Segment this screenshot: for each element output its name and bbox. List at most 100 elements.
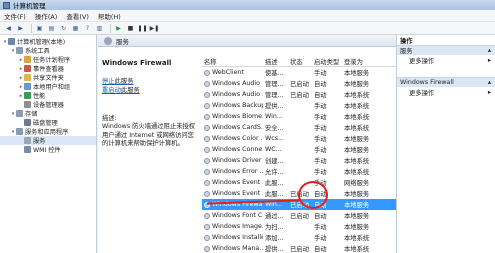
service-row[interactable]: Windows Driver ...创建... 手动 本地系统	[202, 155, 396, 166]
description-label: 描述:	[102, 115, 117, 122]
more-actions-firewall[interactable]: 更多操作 ▸	[397, 87, 495, 97]
service-row[interactable]: Windows Image... 为扫... 手动 本地服务	[202, 221, 396, 232]
service-gear-icon	[204, 157, 210, 164]
tree-item[interactable]: ▾ 系统工具	[0, 46, 96, 55]
service-row[interactable]: Windows Mana... 提供... 已启动 自动 本地系统	[202, 243, 396, 253]
services-list: 名称 描述 状态 启动类型 登录为 WebClient 使基... 手动 本地服务 Wi…	[202, 57, 396, 253]
restart-link-text[interactable]: 重启动	[102, 87, 121, 94]
restart-service-link[interactable]: 重启动此服务	[102, 86, 198, 95]
column-header-description[interactable]: 描述	[263, 57, 288, 66]
service-name: Windows Driver ...	[212, 157, 263, 164]
service-startup-cell: 手动	[314, 103, 327, 110]
tree-item[interactable]: ▾ 服务和应用程序	[0, 127, 96, 136]
toolbar-divider	[31, 23, 32, 33]
service-startup-cell: 手动	[314, 70, 327, 77]
service-name: Windows Conne...	[212, 146, 263, 153]
back-icon[interactable]: ◀	[4, 24, 13, 33]
more-actions-services[interactable]: 更多操作 ▸	[397, 55, 495, 65]
service-name: Windows CardS...	[212, 124, 263, 131]
service-row[interactable]: Windows CardS... 安全... 手动 本地系统	[202, 122, 396, 133]
service-status-cell: 已启动	[290, 213, 309, 220]
menu-help[interactable]: 帮助(H)	[98, 11, 121, 21]
properties-icon[interactable]: ▥	[95, 24, 104, 33]
tree-item[interactable]: 设备管理器	[0, 100, 96, 109]
service-name-cell: Windows Color ...	[202, 135, 263, 142]
tree-item[interactable]: WMI 控件	[0, 145, 96, 154]
service-logon-cell: 本地系统	[344, 246, 370, 253]
tree-item-label: 服务	[33, 138, 46, 145]
toolbar-divider	[110, 23, 111, 33]
tree-item[interactable]: 服务	[0, 136, 96, 145]
service-startup-cell: 自动	[314, 213, 327, 220]
service-logon-cell: 本地系统	[344, 92, 370, 99]
service-row[interactable]: Windows Event ... 此服... 手动 网络服务	[202, 177, 396, 188]
menu-view[interactable]: 查看(V)	[66, 11, 89, 21]
service-gear-icon	[204, 91, 210, 98]
service-name-cell: Windows CardS...	[202, 124, 263, 131]
service-row[interactable]: Windows Error ... 允许... 手动 本地系统	[202, 166, 396, 177]
tree-item[interactable]: ▸ 共享文件夹	[0, 73, 96, 82]
service-logon-cell: 本地系统	[344, 125, 370, 132]
tree-item[interactable]: ▾ 存储	[0, 109, 96, 118]
service-logon-cell: 本地服务	[344, 191, 370, 198]
tree-item[interactable]: ▸ 事件查看器	[0, 64, 96, 73]
service-row[interactable]: Windows Installer 添加... 手动 本地系统	[202, 232, 396, 243]
service-row[interactable]: Windows Color ... Wcs... 手动 本地服务	[202, 133, 396, 144]
tree-item[interactable]: 磁盘管理	[0, 118, 96, 127]
tree-item[interactable]: ▸ 性能	[0, 91, 96, 100]
stop-service-icon[interactable]: ■	[126, 24, 135, 33]
actions-pane: 操作 服务 ▴ 更多操作 ▸ Windows Firewall ▴ 更多操作 ▸	[396, 35, 495, 253]
tree-item-label: 任务计划程序	[33, 57, 71, 64]
column-header-name[interactable]: 名称	[202, 57, 263, 66]
service-startup-cell: 自动	[314, 246, 327, 253]
computer-management-icon	[3, 1, 10, 9]
column-header-status[interactable]: 状态	[288, 57, 312, 66]
service-description-cell: 提供...	[265, 103, 284, 110]
actions-section-firewall-label: Windows Firewall	[400, 79, 454, 86]
tree-item-label: 共享文件夹	[33, 75, 64, 82]
forward-icon[interactable]: ▶	[16, 24, 25, 33]
tree-item[interactable]: ▾ 计算机管理(本地)	[0, 37, 96, 46]
service-row[interactable]: Windows Audio 管理... 已启动 自动 本地服务	[202, 78, 396, 89]
up-folder-icon[interactable]: ▣	[35, 24, 44, 33]
tree-item[interactable]: ▸ 任务计划程序	[0, 55, 96, 64]
show-hide-tree-icon[interactable]: ▤	[47, 24, 56, 33]
service-description-cell: 创建...	[265, 158, 284, 165]
tree-node-icon	[24, 137, 31, 144]
menu-action[interactable]: 操作(A)	[35, 11, 58, 21]
service-row[interactable]: Windows Biome... Win... 手动 本地系统	[202, 111, 396, 122]
service-row[interactable]: Windows Backup 提供... 手动 本地系统	[202, 100, 396, 111]
service-logon-cell: 本地服务	[344, 70, 370, 77]
service-name: Windows Font C...	[212, 212, 263, 219]
service-startup-cell: 手动	[314, 125, 327, 132]
service-row[interactable]: Windows Audio ... 管理... 已启动 自动 本地系统	[202, 89, 396, 100]
service-startup-cell: 手动	[314, 169, 327, 176]
actions-section-services[interactable]: 服务 ▴	[397, 45, 495, 55]
column-header-logon-as[interactable]: 登录为	[342, 57, 396, 66]
menu-file[interactable]: 文件(F)	[4, 11, 26, 21]
collapse-icon[interactable]: ▴	[488, 79, 491, 86]
pause-service-icon[interactable]: ❚❚	[137, 24, 147, 33]
services-pane-title: 服务	[116, 37, 129, 46]
service-row[interactable]: WebClient 使基... 手动 本地服务	[202, 67, 396, 78]
column-header-startup-type[interactable]: 启动类型	[312, 57, 342, 66]
service-description-cell: 提供...	[265, 246, 284, 253]
service-gear-icon	[204, 212, 210, 219]
restart-service-icon[interactable]: ▶❚	[150, 24, 160, 33]
collapse-icon[interactable]: ▴	[488, 47, 491, 54]
submenu-arrow-icon: ▸	[487, 88, 491, 96]
service-row[interactable]: Windows Conne... WC... 手动 本地服务	[202, 144, 396, 155]
actions-section-firewall[interactable]: Windows Firewall ▴	[397, 77, 495, 87]
stop-link-text[interactable]: 停止	[102, 78, 115, 85]
service-name: Windows Event ...	[212, 190, 263, 197]
refresh-icon[interactable]: ↻	[59, 24, 68, 33]
service-description-cell: 通过...	[265, 213, 284, 220]
service-logon-cell: 本地服务	[344, 224, 370, 231]
service-row[interactable]: Windows Font C... 通过... 已启动 自动 本地服务	[202, 210, 396, 221]
tree-item[interactable]: ▸ 本地用户和组	[0, 82, 96, 91]
start-service-icon[interactable]: ▶	[114, 24, 123, 33]
service-status-cell: 已启动	[290, 81, 309, 88]
stop-service-link[interactable]: 停止此服务	[102, 77, 198, 86]
export-list-icon[interactable]: ▦	[71, 24, 80, 33]
help-icon[interactable]: ?	[83, 24, 92, 33]
